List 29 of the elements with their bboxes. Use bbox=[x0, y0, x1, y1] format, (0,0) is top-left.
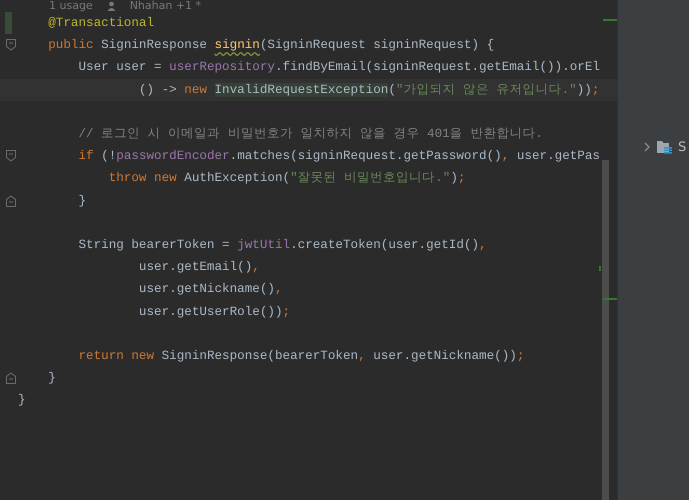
fold-start-icon[interactable] bbox=[6, 150, 16, 162]
change-marker bbox=[603, 298, 617, 300]
code-line: user.getEmail(), bbox=[138, 259, 260, 276]
project-tree-item[interactable]: S bbox=[618, 137, 689, 157]
fold-end-icon[interactable] bbox=[6, 194, 16, 206]
fold-end-icon[interactable] bbox=[6, 372, 16, 384]
code-line: user.getUserRole()); bbox=[138, 304, 290, 321]
person-icon bbox=[106, 1, 116, 11]
change-marker bbox=[603, 19, 617, 21]
author-hint[interactable]: Nhahan +1 * bbox=[130, 0, 202, 12]
code-line: () -> new InvalidRequestException("가입되지 않은 유저입니다.")); bbox=[138, 82, 600, 99]
code-line: if (!passwordEncoder.matches(signinRequest.getPassword(), user.getPas bbox=[77, 148, 600, 166]
code-line: user.getNickname(), bbox=[138, 281, 283, 298]
code-comment: // 로그인 시 이메일과 비밀번호가 일치하지 않을 경우 401을 반환합니다. bbox=[77, 126, 543, 144]
code-line: } bbox=[47, 370, 56, 388]
chevron-right-icon[interactable] bbox=[643, 142, 651, 152]
code-line: } bbox=[18, 392, 26, 410]
code-line: User user = userRepository.findByEmail(signinRequest.getEmail()).orEl bbox=[77, 59, 600, 76]
usages-hint[interactable]: 1 usage bbox=[49, 0, 93, 12]
code-line: } bbox=[77, 192, 86, 210]
fold-start-icon[interactable] bbox=[6, 39, 16, 52]
folder-icon bbox=[657, 140, 672, 154]
code-line: @Transactional bbox=[47, 15, 154, 32]
change-marker bbox=[599, 266, 601, 271]
code-line: return new SigninResponse(bearerToken, user.getNickname()); bbox=[77, 348, 524, 365]
code-line: throw new AuthException("잘못된 비밀번호입니다."); bbox=[108, 170, 466, 188]
scrollbar-thumb[interactable] bbox=[602, 160, 609, 500]
code-line: String bearerToken = jwtUtil.createToken(user.getId(), bbox=[77, 236, 487, 254]
code-line: public SigninResponse signin(SigninRequest signinRequest) { bbox=[47, 37, 494, 54]
